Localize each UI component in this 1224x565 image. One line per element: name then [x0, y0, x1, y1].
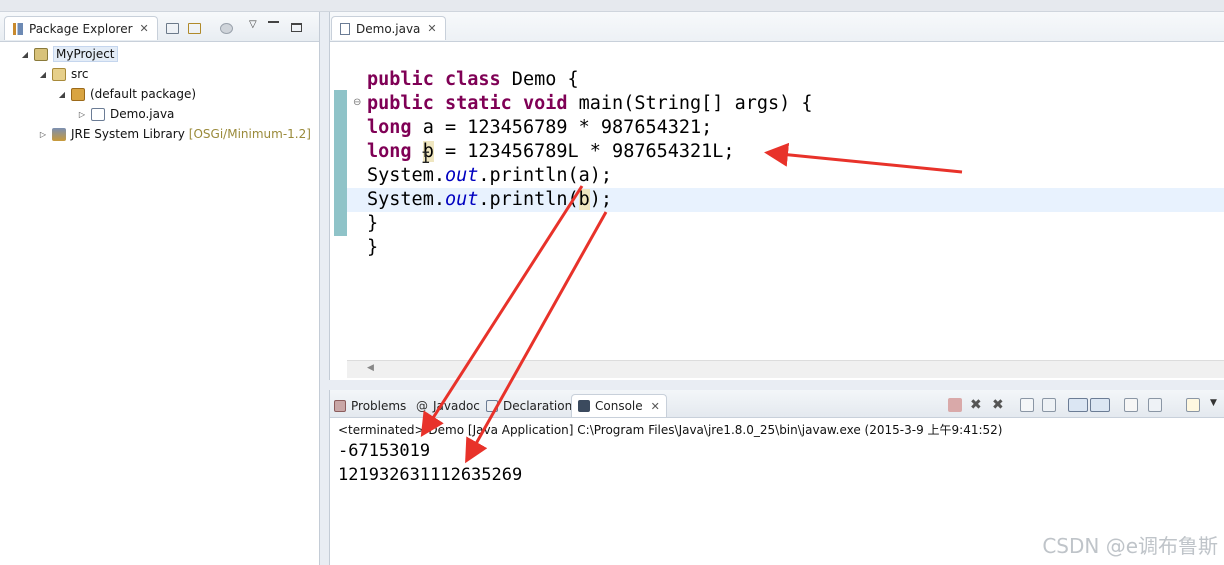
- eclipse-window: Package Explorer ✕ ▽ ◢ MyProject ◢ src ◢: [0, 0, 1224, 565]
- annotation-arrow: [465, 211, 608, 464]
- annotation-arrows: [420, 142, 963, 464]
- watermark: CSDN @e调布鲁斯: [1042, 534, 1218, 558]
- annotation-arrow: [764, 142, 963, 174]
